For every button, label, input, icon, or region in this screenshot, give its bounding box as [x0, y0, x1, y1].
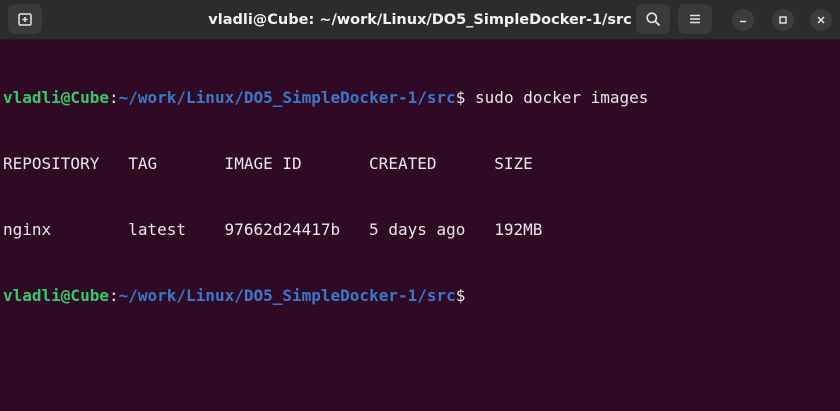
- search-icon: [646, 12, 660, 26]
- output-header-line: REPOSITORY TAG IMAGE ID CREATED SIZE: [3, 154, 533, 173]
- command-text: sudo docker images: [465, 88, 649, 107]
- new-tab-icon: [18, 13, 32, 26]
- prompt-user: vladli@Cube: [3, 286, 109, 305]
- menu-button[interactable]: [678, 4, 712, 34]
- prompt-user: vladli@Cube: [3, 88, 109, 107]
- search-button[interactable]: [636, 4, 670, 34]
- prompt-line-1: vladli@Cube:~/work/Linux/DO5_SimpleDocke…: [3, 87, 840, 109]
- output-row: nginx latest 97662d24417b 5 days ago 192…: [3, 220, 543, 239]
- window-title: vladli@Cube: ~/work/Linux/DO5_SimpleDock…: [208, 12, 632, 28]
- prompt-line-2: vladli@Cube:~/work/Linux/DO5_SimpleDocke…: [3, 285, 840, 307]
- new-tab-button[interactable]: [8, 4, 42, 34]
- prompt-dollar: $: [455, 88, 466, 107]
- prompt-path: ~/work/Linux/DO5_SimpleDocker-1/src: [118, 88, 456, 107]
- hamburger-menu-icon: [690, 14, 700, 24]
- minimize-icon: [740, 20, 746, 23]
- maximize-button[interactable]: [772, 9, 794, 31]
- prompt-path: ~/work/Linux/DO5_SimpleDocker-1/src: [118, 286, 456, 305]
- close-icon: [817, 16, 825, 24]
- title-bar[interactable]: vladli@Cube: ~/work/Linux/DO5_SimpleDock…: [0, 0, 840, 40]
- prompt-dollar: $: [455, 286, 466, 305]
- maximize-icon: [779, 16, 787, 24]
- prompt-colon: :: [108, 88, 119, 107]
- prompt-colon: :: [108, 286, 119, 305]
- text-cursor: [465, 287, 467, 304]
- terminal-window: vladli@Cube: ~/work/Linux/DO5_SimpleDock…: [0, 0, 840, 411]
- close-button[interactable]: [810, 9, 832, 31]
- terminal-output-area[interactable]: vladli@Cube:~/work/Linux/DO5_SimpleDocke…: [0, 41, 840, 411]
- minimize-button[interactable]: [732, 9, 754, 31]
